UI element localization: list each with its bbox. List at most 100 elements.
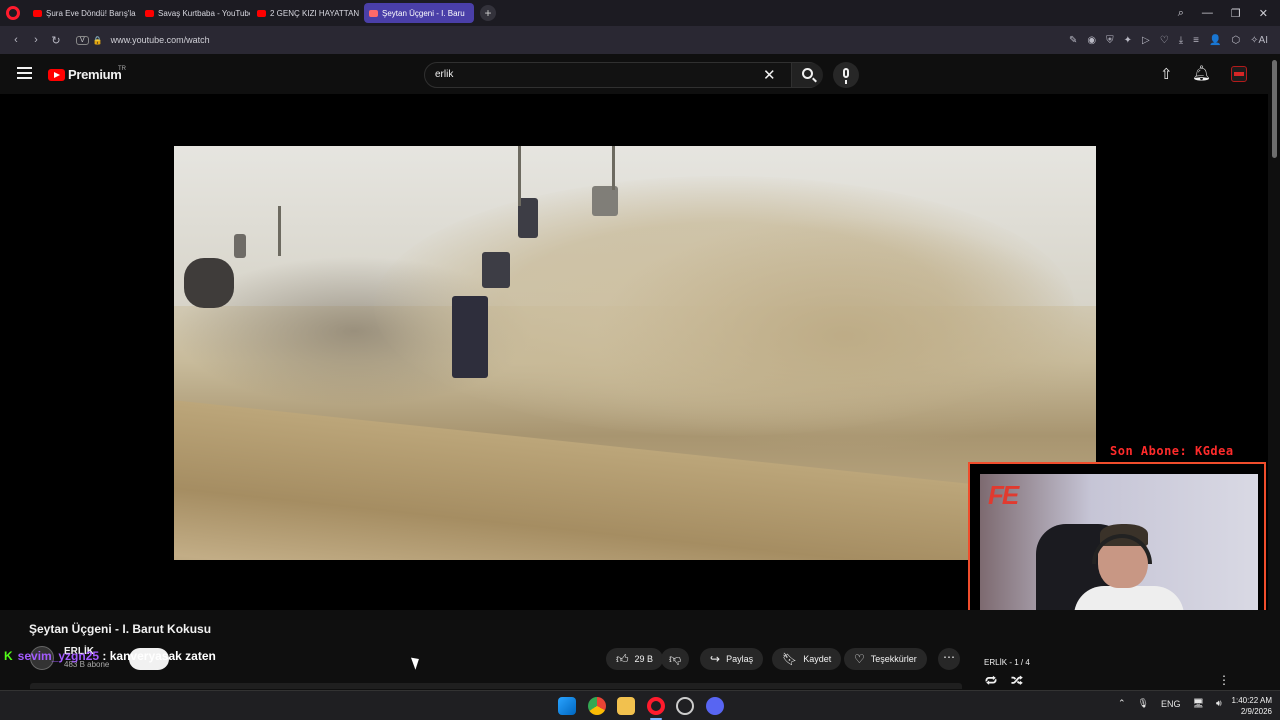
video-antenna — [518, 146, 521, 206]
heart-icon[interactable]: ♡ — [1160, 35, 1169, 46]
system-tray: ⌃ 🎙︎ ENG 🖥︎ 🔊︎ — [1118, 698, 1222, 709]
forward-button[interactable]: › — [26, 34, 46, 46]
video-dust-cloud — [594, 216, 1094, 456]
search-box[interactable]: erlik ✕ — [424, 62, 823, 88]
hamburger-menu-icon[interactable] — [17, 67, 32, 79]
windows-start-icon[interactable] — [558, 697, 576, 715]
new-tab-button[interactable]: + — [480, 5, 496, 21]
windows-taskbar: ⌃ 🎙︎ ENG 🖥︎ 🔊︎ 1:40:22 AM 2/9/2026 — [0, 690, 1280, 720]
discord-icon[interactable] — [706, 697, 724, 715]
like-button[interactable]: 👍︎ 29 B — [606, 648, 664, 670]
browser-tab[interactable]: Savaş Kurtbaba - YouTube — [140, 3, 250, 23]
chat-overlay-message: Ksevim_yzgn25 : kanveryasak zaten — [4, 649, 216, 663]
page-scrollbar-thumb[interactable] — [1272, 60, 1277, 158]
more-actions-button[interactable]: ⋯ — [938, 648, 960, 670]
lock-icon[interactable]: 🔒 — [93, 36, 103, 45]
account-avatar[interactable] — [1231, 66, 1247, 82]
youtube-favicon-icon — [33, 9, 42, 17]
camera-icon[interactable]: ◉ — [1087, 35, 1096, 46]
address-bar-actions: ✎ ◉ ⛨ ✦ ▷ ♡ ⤓ ≡ 👤 ⬡ ✧AI — [1069, 35, 1274, 46]
clock-date: 2/9/2026 — [1240, 707, 1272, 716]
browser-tab-label: Savaş Kurtbaba - YouTube — [158, 8, 250, 18]
browser-tab[interactable]: Şura Eve Döndü! Barış'la B — [28, 3, 138, 23]
youtube-header: Premium TR erlik ✕ ⇧ 🔔︎ — [0, 54, 1268, 94]
region-code: TR — [118, 66, 126, 72]
loop-playlist-icon[interactable]: 🔁︎ — [985, 673, 997, 690]
profile-icon[interactable]: 👤 — [1209, 35, 1221, 46]
video-soldier-figure — [592, 186, 618, 216]
taskbar-clock[interactable]: 1:40:22 AM 2/9/2026 — [1222, 695, 1272, 717]
like-count: 29 B — [634, 654, 654, 664]
thumbs-up-icon: 👍︎ — [616, 651, 629, 666]
restore-button[interactable]: ❐ — [1231, 7, 1241, 20]
save-button[interactable]: 🔖︎ Kaydet — [772, 648, 842, 670]
video-antenna — [612, 146, 615, 190]
upload-icon[interactable]: ⇧ — [1160, 65, 1173, 83]
share-button[interactable]: ↪ Paylaş — [700, 648, 764, 670]
browser-tab-active[interactable]: Şeytan Üçgeni - I. Baru — [364, 3, 474, 23]
search-tabs-icon[interactable]: ⌕ — [1178, 7, 1184, 20]
notifications-bell-icon[interactable]: 🔔︎ — [1192, 64, 1211, 82]
volume-icon[interactable]: 🔊︎ — [1216, 698, 1222, 709]
close-window-button[interactable]: ✕ — [1259, 7, 1268, 20]
menu-icon[interactable]: ≡ — [1193, 35, 1199, 46]
download-icon[interactable]: ⤓ — [1179, 35, 1183, 46]
play-icon[interactable]: ▷ — [1142, 35, 1150, 46]
browser-tab-label: 2 GENÇ KIZI HAYATTAN K — [270, 8, 362, 18]
video-soldier-figure — [452, 296, 488, 378]
back-button[interactable]: ‹ — [6, 34, 26, 46]
thanks-button[interactable]: ♡ Teşekkürler — [844, 648, 927, 670]
thanks-label: Teşekkürler — [870, 654, 917, 664]
clear-search-icon[interactable]: ✕ — [763, 66, 776, 84]
chrome-icon[interactable] — [588, 697, 606, 715]
video-soldier-figure — [234, 234, 246, 258]
share-icon: ↪ — [710, 652, 721, 666]
search-input[interactable]: erlik — [435, 69, 453, 80]
youtube-favicon-icon — [145, 9, 154, 17]
playlist-position: 1 / 4 — [1014, 658, 1030, 667]
shield-icon[interactable]: ⛨ — [1106, 35, 1114, 46]
bookmark-icon: 🔖︎ — [782, 652, 798, 666]
browser-tab[interactable]: 2 GENÇ KIZI HAYATTAN K — [252, 3, 362, 23]
opera-icon[interactable] — [647, 697, 665, 715]
playlist-title[interactable]: ERLİK — [984, 658, 1007, 667]
tray-chevron-icon[interactable]: ⌃ — [1118, 698, 1126, 709]
ai-button[interactable]: ✧AI — [1250, 35, 1268, 46]
thumbs-down-icon: 👎︎ — [669, 651, 682, 666]
window-controls: ⌕ — ❐ ✕ — [1178, 7, 1280, 20]
microphone-icon — [843, 68, 849, 84]
cube-icon[interactable]: ⬡ — [1231, 35, 1240, 46]
reload-button[interactable]: ↻ — [46, 34, 66, 47]
youtube-favicon-icon — [257, 9, 266, 17]
video-vehicle-figure — [184, 258, 234, 308]
voice-search-button[interactable] — [833, 62, 859, 88]
dislike-button[interactable]: 👎︎ — [661, 648, 690, 670]
description-box[interactable] — [30, 683, 962, 689]
url-field[interactable]: www.youtube.com/watch — [111, 35, 210, 45]
app-icon[interactable] — [676, 697, 694, 715]
chat-message-text: kanveryasak zaten — [109, 649, 216, 663]
video-antenna — [278, 206, 281, 256]
network-icon[interactable]: 🖥︎ — [1193, 698, 1204, 709]
youtube-logo[interactable]: Premium — [48, 67, 122, 82]
file-explorer-icon[interactable] — [617, 697, 635, 715]
extension-icon[interactable]: ✦ — [1124, 35, 1132, 46]
shuffle-icon[interactable]: 🔀︎ — [1011, 673, 1023, 690]
playlist-more-icon[interactable]: ⋮ — [1218, 673, 1230, 687]
stream-logo: FE — [988, 480, 1019, 510]
share-label: Paylaş — [726, 654, 754, 664]
edit-icon[interactable]: ✎ — [1069, 35, 1077, 46]
tray-mic-icon[interactable]: 🎙︎ — [1138, 698, 1149, 709]
browser-tab-label: Şeytan Üçgeni - I. Baru — [382, 8, 465, 18]
video-details: Şeytan Üçgeni - I. Barut Kokusu ERLİK 48… — [0, 610, 1268, 690]
search-button[interactable] — [791, 63, 823, 87]
playlist-header: ERLİK - 1 / 4 — [984, 658, 1030, 667]
youtube-play-icon — [48, 68, 65, 81]
video-frame[interactable] — [174, 146, 1096, 560]
vpn-chip[interactable]: V — [76, 35, 89, 45]
input-language[interactable]: ENG — [1161, 699, 1181, 709]
opera-logo-icon[interactable] — [6, 6, 20, 20]
video-soldier-figure — [518, 198, 538, 238]
minimize-button[interactable]: — — [1202, 7, 1213, 20]
chat-separator: : — [102, 649, 107, 663]
